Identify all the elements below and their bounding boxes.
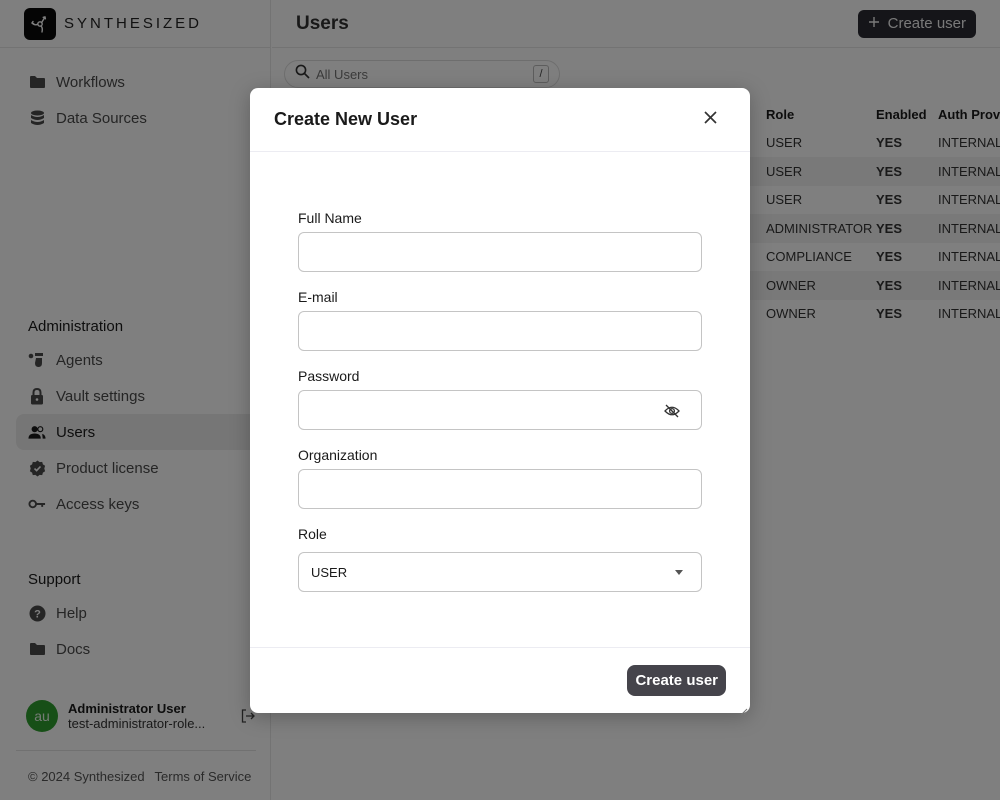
role-select[interactable]: USER: [298, 552, 702, 592]
full-name-input[interactable]: [311, 233, 689, 271]
organization-input[interactable]: [311, 470, 689, 508]
eye-off-icon[interactable]: [663, 402, 681, 420]
role-label: Role: [298, 526, 327, 542]
chevron-down-icon: [675, 569, 683, 575]
organization-input-wrapper: [298, 469, 702, 509]
dialog-title: Create New User: [274, 109, 418, 129]
dialog-footer: Create user: [250, 647, 750, 713]
organization-field: Organization: [298, 447, 702, 509]
email-label: E-mail: [298, 289, 338, 305]
dialog-header: Create New User: [250, 88, 750, 152]
resize-handle-icon[interactable]: [740, 703, 748, 716]
organization-label: Organization: [298, 447, 378, 463]
full-name-input-wrapper: [298, 232, 702, 272]
role-select-value: USER: [311, 564, 348, 580]
close-icon: [703, 110, 717, 129]
password-label: Password: [298, 368, 360, 384]
role-field: Role USER: [298, 526, 702, 592]
submit-create-user-button[interactable]: Create user: [627, 665, 726, 696]
password-field: Password: [298, 368, 702, 430]
create-user-dialog: Create New User Full Name E-mail Passwor…: [250, 88, 750, 716]
close-button[interactable]: [700, 110, 720, 130]
email-field: E-mail: [298, 289, 702, 351]
full-name-field: Full Name: [298, 210, 702, 272]
password-input[interactable]: [311, 391, 689, 429]
email-input[interactable]: [311, 312, 689, 350]
full-name-label: Full Name: [298, 210, 362, 226]
password-input-wrapper: [298, 390, 702, 430]
email-input-wrapper: [298, 311, 702, 351]
